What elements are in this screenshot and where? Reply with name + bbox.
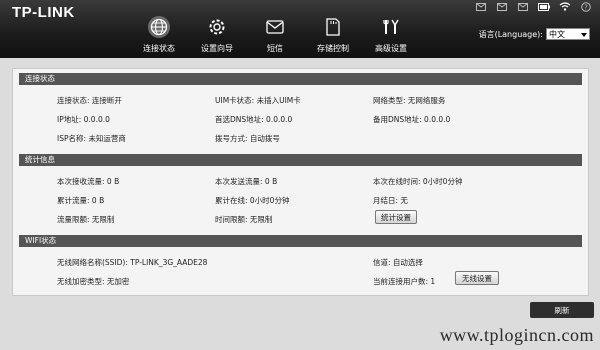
chevron-down-icon bbox=[581, 30, 587, 39]
top-bar: TP-LINK ? 连接状态 设置向导 短信 存储控制 高级设置 语言(Lang… bbox=[0, 0, 600, 58]
language-select[interactable]: 中文 bbox=[546, 28, 590, 40]
sms-icon[interactable] bbox=[475, 2, 487, 11]
svg-text:?: ? bbox=[584, 3, 588, 11]
status-icons: ? bbox=[475, 1, 592, 12]
nav-label: 设置向导 bbox=[201, 44, 233, 53]
wifi-encryption: 无线加密类型: 无加密 bbox=[57, 277, 130, 286]
wifi-channel: 信道: 自动选择 bbox=[373, 258, 423, 267]
online-time: 本次在线时间: 0小时0分钟 bbox=[373, 177, 463, 186]
stats-settings-button[interactable]: 统计设置 bbox=[375, 210, 417, 224]
gear-icon bbox=[206, 16, 228, 38]
watermark: www.tplogincn.com bbox=[439, 325, 594, 345]
traffic-limit: 流量限额: 无限制 bbox=[57, 215, 115, 224]
main-nav: 连接状态 设置向导 短信 存储控制 高级设置 bbox=[130, 16, 420, 54]
globe-icon bbox=[148, 16, 170, 38]
primary-dns: 首选DNS地址: 0.0.0.0 bbox=[215, 115, 293, 124]
nav-label: 存储控制 bbox=[317, 44, 349, 53]
tp-link-logo: TP-LINK bbox=[12, 4, 75, 21]
uim-status: UIM卡状态: 未插入UIM卡 bbox=[215, 96, 301, 105]
mail-icon[interactable] bbox=[517, 2, 529, 11]
conn-status: 连接状态: 连接断开 bbox=[57, 96, 122, 105]
sms-icon[interactable] bbox=[496, 2, 508, 11]
rx-traffic: 本次接收流量: 0 B bbox=[57, 177, 120, 186]
wifi-users: 当前连接用户数: 1 bbox=[373, 277, 436, 286]
nav-connection-status[interactable]: 连接状态 bbox=[130, 16, 188, 54]
language-value: 中文 bbox=[549, 29, 565, 39]
nav-storage-control[interactable]: 存储控制 bbox=[304, 16, 362, 54]
tx-traffic: 本次发送流量: 0 B bbox=[215, 177, 278, 186]
stats-section-header: 统计信息 bbox=[19, 154, 582, 166]
sd-card-icon bbox=[322, 16, 344, 38]
ip-address: IP地址: 0.0.0.0 bbox=[57, 115, 110, 124]
wifi-icon bbox=[559, 2, 571, 11]
battery-icon bbox=[538, 2, 550, 11]
envelope-icon bbox=[264, 16, 286, 38]
nav-label: 短信 bbox=[267, 44, 283, 53]
secondary-dns: 备用DNS地址: 0.0.0.0 bbox=[373, 115, 451, 124]
isp-name: ISP名称: 未知运营商 bbox=[57, 134, 126, 143]
nav-label: 高级设置 bbox=[375, 44, 407, 53]
wifi-settings-button[interactable]: 无线设置 bbox=[455, 271, 499, 285]
connection-section-header: 连接状态 bbox=[19, 73, 582, 85]
nav-sms[interactable]: 短信 bbox=[246, 16, 304, 54]
nav-setup-wizard[interactable]: 设置向导 bbox=[188, 16, 246, 54]
wifi-section-header: WIFI状态 bbox=[19, 235, 582, 247]
nav-label: 连接状态 bbox=[143, 44, 175, 53]
language-selector: 语言(Language): 中文 bbox=[479, 28, 590, 40]
month-end-day: 月结日: 无 bbox=[373, 196, 408, 205]
tools-icon bbox=[380, 16, 402, 38]
network-type: 网络类型: 无网络服务 bbox=[373, 96, 446, 105]
refresh-button[interactable]: 刷新 bbox=[530, 302, 594, 318]
help-icon[interactable]: ? bbox=[580, 1, 592, 12]
language-label: 语言(Language): bbox=[478, 29, 543, 39]
status-panel: 连接状态 连接状态: 连接断开 UIM卡状态: 未插入UIM卡 网络类型: 无网… bbox=[12, 68, 589, 296]
total-traffic: 累计流量: 0 B bbox=[57, 196, 105, 205]
wifi-ssid: 无线网络名称(SSID): TP-LINK_3G_AADE28 bbox=[57, 258, 208, 267]
dial-mode: 拨号方式: 自动拨号 bbox=[215, 134, 280, 143]
time-limit: 时间限额: 无限制 bbox=[215, 215, 273, 224]
nav-advanced-settings[interactable]: 高级设置 bbox=[362, 16, 420, 54]
total-online: 累计在线: 0小时0分钟 bbox=[215, 196, 290, 205]
